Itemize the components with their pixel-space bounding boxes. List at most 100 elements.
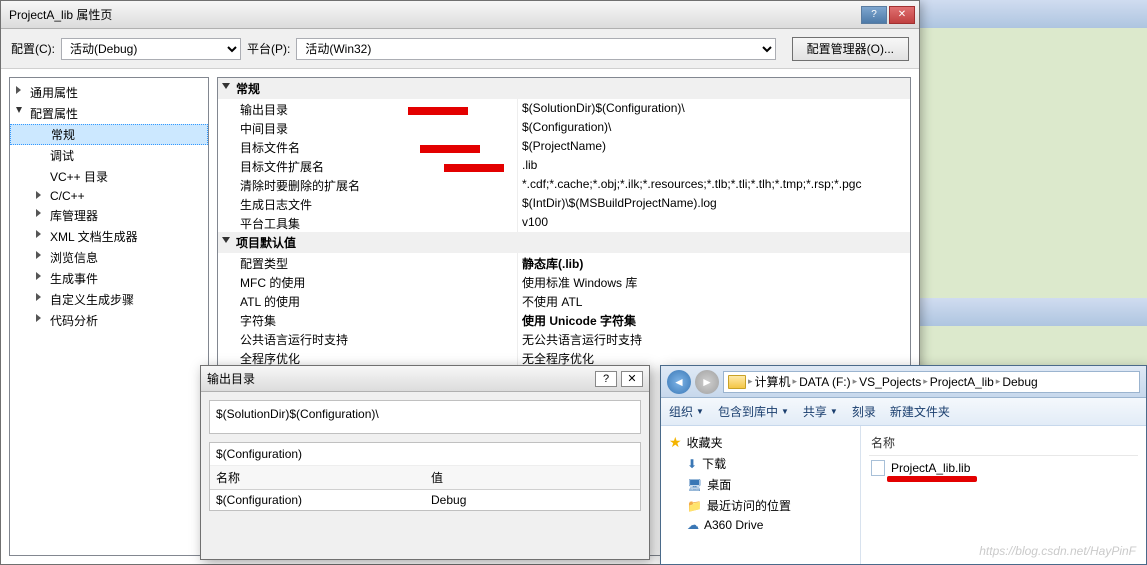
downloads-node[interactable]: ⬇下载 [665,453,856,474]
config-manager-button[interactable]: 配置管理器(O)... [792,37,909,61]
pg-row[interactable]: 公共语言运行时支持无公共语言运行时支持 [218,329,910,348]
category-tree[interactable]: 通用属性配置属性常规调试VC++ 目录 C/C++ 库管理器 XML 文档生成器浏览信… [9,77,209,556]
tree-item-1[interactable]: 配置属性 [10,103,208,124]
tree-item-8[interactable]: 浏览信息 [10,247,208,268]
organize-button[interactable]: 组织▼ [669,403,704,420]
tree-item-0[interactable]: 通用属性 [10,82,208,103]
arrow-closed-icon [36,191,41,199]
pg-key: 公共语言运行时支持 [218,329,518,348]
pg-row[interactable]: 中间目录$(Configuration)\ [218,118,910,137]
annotation-underline [887,476,977,482]
tree-item-2[interactable]: 常规 [10,124,208,145]
tree-item-label: 代码分析 [50,314,98,328]
pg-row[interactable]: MFC 的使用使用标准 Windows 库 [218,272,910,291]
bc-drive[interactable]: DATA (F:) [799,375,851,389]
pg-value: $(IntDir)\$(MSBuildProjectName).log [518,194,910,213]
window-title: ProjectA_lib 属性页 [5,6,859,23]
pg-value: .lib [518,156,910,175]
explorer-window: ◄ ► ▸ 计算机▸ DATA (F:)▸ VS_Pojects▸ Projec… [660,365,1147,565]
tree-item-label: XML 文档生成器 [50,230,138,244]
pg-key: 配置类型 [218,253,518,272]
pg-row[interactable]: 平台工具集v100 [218,213,910,232]
config-label: 配置(C): [11,40,55,57]
explorer-toolbar: 组织▼ 包含到库中▼ 共享▼ 刻录 新建文件夹 [661,398,1146,426]
annotation-mark [444,164,504,172]
pg-row[interactable]: 清除时要删除的扩展名*.cdf;*.cache;*.obj;*.ilk;*.re… [218,175,910,194]
star-icon: ★ [669,434,682,451]
pg-key: 平台工具集 [218,213,518,232]
pg-row[interactable]: 目标文件扩展名.lib [218,156,910,175]
include-button[interactable]: 包含到库中▼ [718,403,789,420]
macro-titlebar: 输出目录 ? ✕ [201,366,649,392]
pg-row[interactable]: ATL 的使用不使用 ATL [218,291,910,310]
tree-item-label: 通用属性 [30,86,78,100]
pg-row[interactable]: 输出目录$(SolutionDir)$(Configuration)\ [218,99,910,118]
nav-forward-button[interactable]: ► [695,370,719,394]
arrow-closed-icon [36,251,41,259]
tree-item-label: 自定义生成步骤 [50,293,134,307]
macro-close-button[interactable]: ✕ [621,371,643,387]
tree-item-9[interactable]: 生成事件 [10,268,208,289]
tree-item-label: 浏览信息 [50,251,98,265]
bc-folder3[interactable]: Debug [1002,375,1037,389]
cloud-icon: ☁ [687,518,699,532]
bc-folder1[interactable]: VS_Pojects [859,375,921,389]
a360-node[interactable]: ☁A360 Drive [665,516,856,534]
collapse-icon [222,237,230,243]
platform-label: 平台(P): [247,40,290,57]
arrow-open-icon [16,107,22,113]
pg-key: 中间目录 [218,118,518,137]
macro-expanded-value[interactable]: $(SolutionDir)$(Configuration)\ [209,400,641,434]
pg-value: $(SolutionDir)$(Configuration)\ [518,99,910,118]
tree-item-10[interactable]: 自定义生成步骤 [10,289,208,310]
config-row: 配置(C): 活动(Debug) 平台(P): 活动(Win32) 配置管理器(… [1,29,919,69]
pg-row[interactable]: 字符集使用 Unicode 字符集 [218,310,910,329]
tree-item-label: 配置属性 [30,107,78,121]
tree-item-5[interactable]: C/C++ [10,187,208,205]
burn-button[interactable]: 刻录 [852,403,876,420]
tree-item-6[interactable]: 库管理器 [10,205,208,226]
macro-row[interactable]: $(Configuration) Debug [210,490,640,511]
pg-row[interactable]: 目标文件名$(ProjectName) [218,137,910,156]
pg-value: 不使用 ATL [518,291,910,310]
tree-item-3[interactable]: 调试 [10,145,208,166]
macro-col-name: 名称 [210,466,425,490]
bc-computer[interactable]: 计算机 [755,373,791,390]
macro-current: $(Configuration) [210,443,640,466]
pg-section-0[interactable]: 常规 [218,78,910,99]
help-button[interactable]: ? [861,6,887,24]
file-name: ProjectA_lib.lib [891,461,970,475]
pg-value: $(Configuration)\ [518,118,910,137]
pg-row[interactable]: 配置类型静态库(.lib) [218,253,910,272]
pg-value: $(ProjectName) [518,137,910,156]
tree-item-7[interactable]: XML 文档生成器 [10,226,208,247]
config-select[interactable]: 活动(Debug) [61,38,241,60]
platform-select[interactable]: 活动(Win32) [296,38,776,60]
pg-key: 生成日志文件 [218,194,518,213]
arrow-closed-icon [36,272,41,280]
recent-node[interactable]: 📁最近访问的位置 [665,495,856,516]
desktop-node[interactable]: 🖥桌面 [665,474,856,495]
tree-item-label: C/C++ [50,189,85,203]
newfolder-button[interactable]: 新建文件夹 [890,403,950,420]
macro-help-button[interactable]: ? [595,371,617,387]
tree-item-label: 库管理器 [50,209,98,223]
bc-folder2[interactable]: ProjectA_lib [930,375,994,389]
pg-key: ATL 的使用 [218,291,518,310]
macro-title-text: 输出目录 [207,370,591,387]
share-button[interactable]: 共享▼ [803,403,838,420]
collapse-icon [222,83,230,89]
pg-section-1[interactable]: 项目默认值 [218,232,910,253]
breadcrumb[interactable]: ▸ 计算机▸ DATA (F:)▸ VS_Pojects▸ ProjectA_l… [723,371,1140,393]
macro-editor-popup: 输出目录 ? ✕ $(SolutionDir)$(Configuration)\… [200,365,650,560]
tree-item-4[interactable]: VC++ 目录 [10,166,208,187]
close-button[interactable]: ✕ [889,6,915,24]
explorer-tree[interactable]: ★收藏夹 ⬇下载 🖥桌面 📁最近访问的位置 ☁A360 Drive [661,426,861,564]
pg-key: 目标文件扩展名 [218,156,518,175]
tree-item-11[interactable]: 代码分析 [10,310,208,331]
pg-section-title: 常规 [236,82,260,96]
favorites-node[interactable]: ★收藏夹 [665,432,856,453]
pg-value: 无公共语言运行时支持 [518,329,910,348]
nav-back-button[interactable]: ◄ [667,370,691,394]
pg-row[interactable]: 生成日志文件$(IntDir)\$(MSBuildProjectName).lo… [218,194,910,213]
